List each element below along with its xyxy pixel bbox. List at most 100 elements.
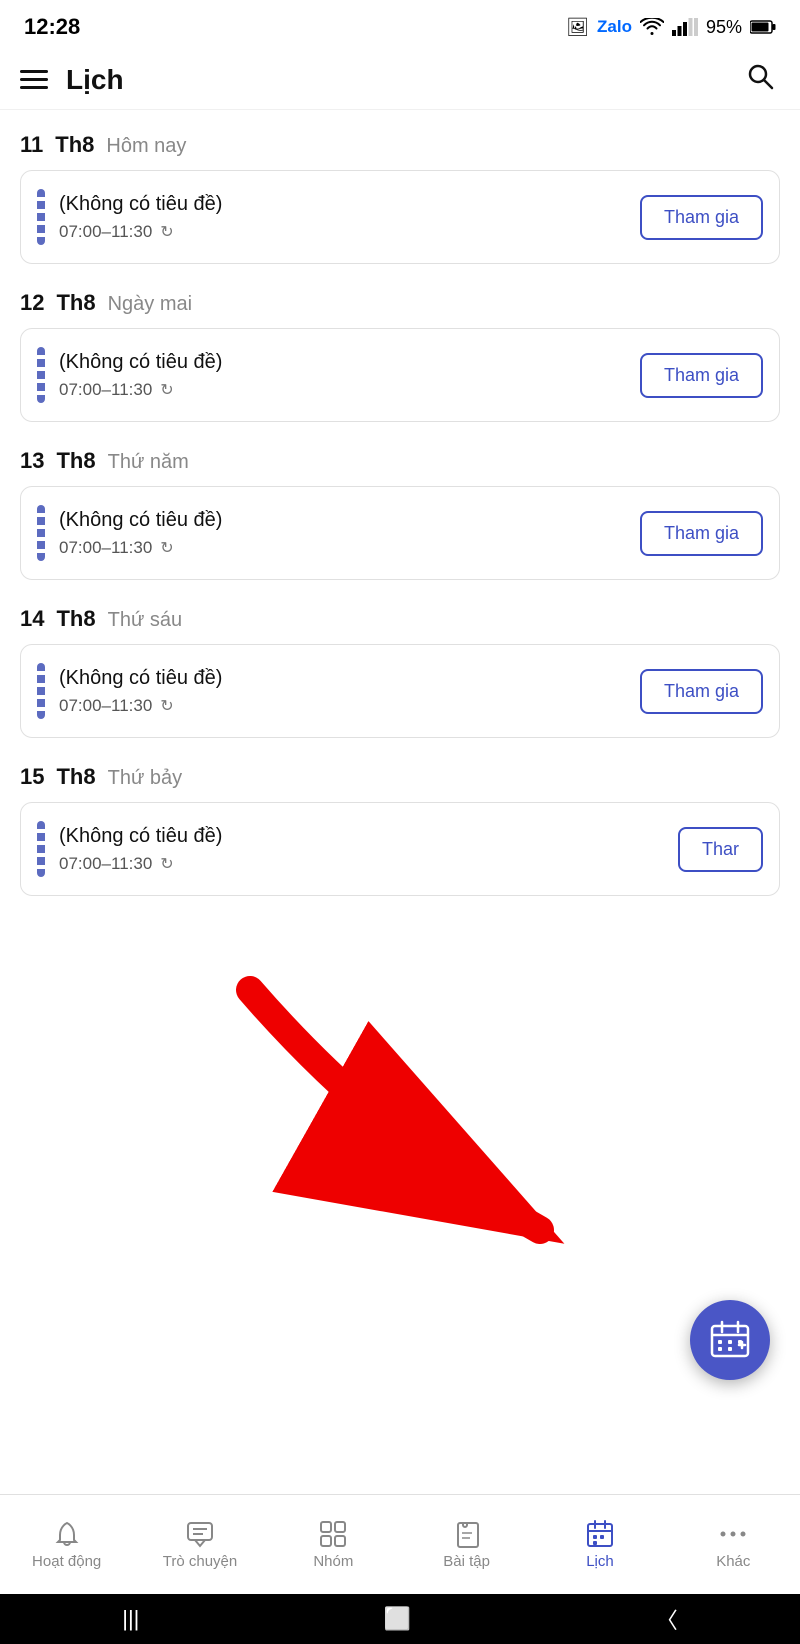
nav-item-baitap[interactable]: Bài tập bbox=[400, 1519, 533, 1570]
event-title-4: (Không có tiêu đề) bbox=[59, 667, 626, 690]
repeat-icon-1: ↻ bbox=[160, 222, 173, 242]
date-day-2: 12 bbox=[20, 290, 44, 316]
repeat-icon-5: ↻ bbox=[160, 854, 173, 874]
date-month-2: Th8 bbox=[56, 290, 95, 316]
event-time-2: 07:00–11:30 ↻ bbox=[59, 380, 626, 400]
red-arrow-overlay bbox=[200, 960, 700, 1300]
status-time: 12:28 bbox=[24, 14, 80, 40]
event-info-3: (Không có tiêu đề) 07:00–11:30 ↻ bbox=[59, 509, 626, 558]
nav-label-baitap: Bài tập bbox=[443, 1553, 490, 1570]
event-info-5: (Không có tiêu đề) 07:00–11:30 ↻ bbox=[59, 825, 664, 874]
date-label-2: Ngày mai bbox=[108, 293, 192, 316]
assignment-icon bbox=[452, 1519, 482, 1549]
event-time-1: 07:00–11:30 ↻ bbox=[59, 222, 626, 242]
nav-label-lich: Lịch bbox=[586, 1553, 614, 1570]
menu-button[interactable] bbox=[20, 70, 48, 89]
event-info-1: (Không có tiêu đề) 07:00–11:30 ↻ bbox=[59, 193, 626, 242]
nav-item-nhom[interactable]: Nhóm bbox=[267, 1519, 400, 1570]
page-title: Lịch bbox=[66, 64, 124, 96]
date-header-1: 11 Th8 Hôm nay bbox=[20, 110, 780, 170]
event-card-5: (Không có tiêu đề) 07:00–11:30 ↻ Thar bbox=[20, 802, 780, 896]
zalo-icon: Zalo bbox=[597, 17, 632, 37]
date-label-3: Thứ năm bbox=[108, 451, 189, 474]
event-stripe-4 bbox=[37, 663, 45, 719]
event-card-3: (Không có tiêu đề) 07:00–11:30 ↻ Tham gi… bbox=[20, 486, 780, 580]
status-bar: 12:28 🖼 Zalo 95% bbox=[0, 0, 800, 50]
tham-gia-btn-2[interactable]: Tham gia bbox=[640, 353, 763, 398]
date-header-3: 13 Th8 Thứ năm bbox=[20, 426, 780, 486]
event-card-4: (Không có tiêu đề) 07:00–11:30 ↻ Tham gi… bbox=[20, 644, 780, 738]
date-day-1: 11 bbox=[20, 132, 43, 158]
event-time-text-2: 07:00–11:30 bbox=[59, 380, 152, 400]
battery-percent: 95% bbox=[706, 17, 742, 38]
notification-icon: 🖼 bbox=[566, 17, 589, 38]
event-time-text-3: 07:00–11:30 bbox=[59, 538, 152, 558]
event-title-3: (Không có tiêu đề) bbox=[59, 509, 626, 532]
date-label-5: Thứ bảy bbox=[108, 767, 183, 790]
app-bar-left: Lịch bbox=[20, 64, 124, 96]
tham-gia-btn-3[interactable]: Tham gia bbox=[640, 511, 763, 556]
system-nav-bar: ||| ⬜ 〈 bbox=[0, 1594, 800, 1644]
event-title-1: (Không có tiêu đề) bbox=[59, 193, 626, 216]
event-info-2: (Không có tiêu đề) 07:00–11:30 ↻ bbox=[59, 351, 626, 400]
sys-back-btn[interactable]: 〈 bbox=[656, 1603, 678, 1635]
battery-icon bbox=[750, 20, 776, 34]
bell-icon bbox=[52, 1519, 82, 1549]
tham-gia-btn-5[interactable]: Thar bbox=[678, 827, 763, 872]
tham-gia-btn-1[interactable]: Tham gia bbox=[640, 195, 763, 240]
nav-item-hoatdong[interactable]: Hoạt động bbox=[0, 1519, 133, 1570]
tham-gia-btn-4[interactable]: Tham gia bbox=[640, 669, 763, 714]
event-card-1: (Không có tiêu đề) 07:00–11:30 ↻ Tham gi… bbox=[20, 170, 780, 264]
nav-label-trochuyen: Trò chuyện bbox=[163, 1553, 237, 1570]
event-stripe-5 bbox=[37, 821, 45, 877]
sys-home-btn[interactable]: ⬜ bbox=[384, 1606, 411, 1632]
event-stripe-1 bbox=[37, 189, 45, 245]
date-month-4: Th8 bbox=[56, 606, 95, 632]
nav-item-lich[interactable]: Lịch bbox=[533, 1519, 666, 1570]
event-time-text-4: 07:00–11:30 bbox=[59, 696, 152, 716]
nav-label-khac: Khác bbox=[716, 1553, 750, 1570]
date-day-5: 15 bbox=[20, 764, 44, 790]
event-info-4: (Không có tiêu đề) 07:00–11:30 ↻ bbox=[59, 667, 626, 716]
more-icon bbox=[718, 1519, 748, 1549]
main-content: 11 Th8 Hôm nay (Không có tiêu đề) 07:00–… bbox=[0, 110, 800, 896]
event-stripe-3 bbox=[37, 505, 45, 561]
date-month-3: Th8 bbox=[56, 448, 95, 474]
date-header-4: 14 Th8 Thứ sáu bbox=[20, 584, 780, 644]
event-time-3: 07:00–11:30 ↻ bbox=[59, 538, 626, 558]
signal-icon bbox=[672, 18, 698, 36]
app-bar: Lịch bbox=[0, 50, 800, 110]
date-day-4: 14 bbox=[20, 606, 44, 632]
event-time-text-1: 07:00–11:30 bbox=[59, 222, 152, 242]
event-title-5: (Không có tiêu đề) bbox=[59, 825, 664, 848]
status-icons: 🖼 Zalo 95% bbox=[566, 17, 776, 38]
repeat-icon-3: ↻ bbox=[160, 538, 173, 558]
fab-icon bbox=[708, 1318, 752, 1362]
wifi-icon bbox=[640, 18, 664, 36]
nav-item-khac[interactable]: Khác bbox=[667, 1519, 800, 1570]
date-month-1: Th8 bbox=[55, 132, 94, 158]
chat-icon bbox=[185, 1519, 215, 1549]
event-title-2: (Không có tiêu đề) bbox=[59, 351, 626, 374]
event-time-4: 07:00–11:30 ↻ bbox=[59, 696, 626, 716]
nav-label-nhom: Nhóm bbox=[313, 1553, 353, 1570]
event-card-2: (Không có tiêu đề) 07:00–11:30 ↻ Tham gi… bbox=[20, 328, 780, 422]
date-day-3: 13 bbox=[20, 448, 44, 474]
date-header-5: 15 Th8 Thứ bảy bbox=[20, 742, 780, 802]
bottom-nav: Hoạt động Trò chuyện Nhóm Bài tập bbox=[0, 1494, 800, 1594]
calendar-icon bbox=[585, 1519, 615, 1549]
event-time-5: 07:00–11:30 ↻ bbox=[59, 854, 664, 874]
search-button[interactable] bbox=[744, 60, 776, 99]
date-label-4: Thứ sáu bbox=[108, 609, 183, 632]
nav-label-hoatdong: Hoạt động bbox=[32, 1553, 101, 1570]
nav-item-trochuyen[interactable]: Trò chuyện bbox=[133, 1519, 266, 1570]
groups-icon bbox=[318, 1519, 348, 1549]
date-label-1: Hôm nay bbox=[106, 135, 186, 158]
sys-menu-btn[interactable]: ||| bbox=[122, 1606, 139, 1632]
date-header-2: 12 Th8 Ngày mai bbox=[20, 268, 780, 328]
repeat-icon-4: ↻ bbox=[160, 696, 173, 716]
fab-button[interactable] bbox=[690, 1300, 770, 1380]
event-time-text-5: 07:00–11:30 bbox=[59, 854, 152, 874]
date-month-5: Th8 bbox=[56, 764, 95, 790]
repeat-icon-2: ↻ bbox=[160, 380, 173, 400]
